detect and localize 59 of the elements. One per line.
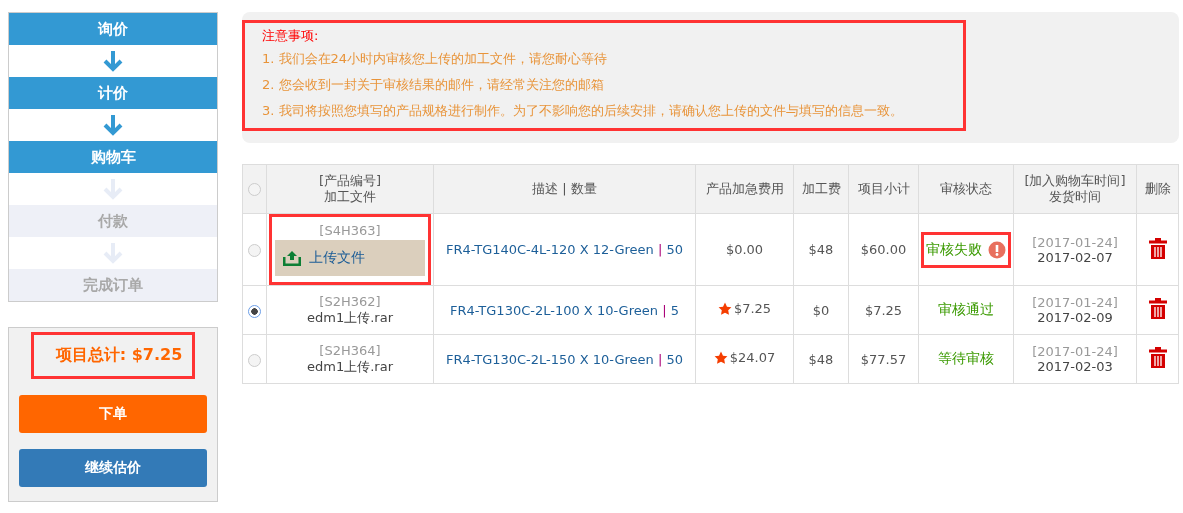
notice-item: 3. 我司将按照您填写的产品规格进行制作。为了不影响您的后续安排，请确认您上传的文件与填写的信息一致。 xyxy=(262,102,904,120)
processing-fee: $0 xyxy=(812,302,830,318)
total-price: 项目总计: $7.25 xyxy=(30,332,196,379)
added-date: [2017-01-24] xyxy=(1031,295,1119,310)
product-code: [S4H363] xyxy=(319,223,381,238)
subtotal: $7.25 xyxy=(864,302,903,318)
down-arrow-icon xyxy=(103,50,123,72)
warning-icon xyxy=(988,240,1006,259)
file-name: edm1上传.rar xyxy=(307,308,393,327)
column-header: 审核状态 xyxy=(939,181,993,197)
subtotal: $77.57 xyxy=(860,351,907,367)
review-status: 审核通过 xyxy=(938,301,994,319)
column-header: 描述 | 数量 xyxy=(531,181,598,197)
column-header: 项目小计 xyxy=(856,181,911,197)
file-name: edm1上传.rar xyxy=(307,357,393,376)
rush-fee: $24.07 xyxy=(729,350,776,366)
star-icon xyxy=(713,350,728,365)
continue-button[interactable]: 继续估价 xyxy=(19,449,207,487)
rush-fee: $0.00 xyxy=(725,242,764,257)
trash-icon[interactable] xyxy=(1148,347,1167,368)
upload-button[interactable]: 上传文件 xyxy=(275,240,425,276)
column-header: 产品加急费用 xyxy=(704,181,785,197)
trash-icon[interactable] xyxy=(1148,298,1167,319)
column-header: 加工费 xyxy=(800,181,842,197)
upload-icon xyxy=(283,250,301,266)
radio-button[interactable] xyxy=(248,353,261,367)
down-arrow-icon xyxy=(103,242,123,264)
progress-step: 付款 xyxy=(9,205,217,237)
subtotal: $60.00 xyxy=(860,242,907,257)
ship-date: 2017-02-03 xyxy=(1036,359,1114,374)
progress-step: 询价 xyxy=(9,13,217,45)
down-arrow-icon xyxy=(103,178,123,200)
product-code: [S2H362] xyxy=(319,293,381,309)
progress-step: 完成订单 xyxy=(9,269,217,301)
added-date: [2017-01-24] xyxy=(1031,344,1119,359)
notice-item: 2. 您会收到一封关于审核结果的邮件，请经常关注您的邮箱 xyxy=(262,76,605,94)
product-description[interactable]: FR4-TG140C-4L-120 X 12-Green | 50 xyxy=(445,242,684,257)
processing-fee: $48 xyxy=(808,351,834,367)
ship-date: 2017-02-07 xyxy=(1036,249,1114,265)
column-header: 删除 xyxy=(1143,181,1172,197)
radio-button[interactable] xyxy=(248,244,261,257)
ship-date: 2017-02-09 xyxy=(1036,310,1114,325)
notice-title: 注意事项: xyxy=(262,27,320,45)
radio-button[interactable] xyxy=(248,304,261,318)
progress-step: 计价 xyxy=(9,77,217,109)
star-icon xyxy=(717,301,732,316)
trash-icon[interactable] xyxy=(1148,237,1167,259)
review-status: 审核失败 xyxy=(926,240,982,259)
column-header: [加入购物车时间] 发货时间 xyxy=(1023,173,1127,205)
notice-item: 1. 我们会在24小时内审核您上传的加工文件，请您耐心等待 xyxy=(262,50,609,68)
rush-fee: $7.25 xyxy=(733,301,772,317)
added-date: [2017-01-24] xyxy=(1031,234,1119,250)
column-header: [产品编号] 加工文件 xyxy=(317,173,383,205)
down-arrow-icon xyxy=(103,114,123,136)
product-code: [S2H364] xyxy=(319,342,381,358)
radio-button[interactable] xyxy=(248,183,261,196)
review-status: 等待审核 xyxy=(938,350,994,368)
progress-step: 购物车 xyxy=(9,141,217,173)
processing-fee: $48 xyxy=(808,242,834,257)
